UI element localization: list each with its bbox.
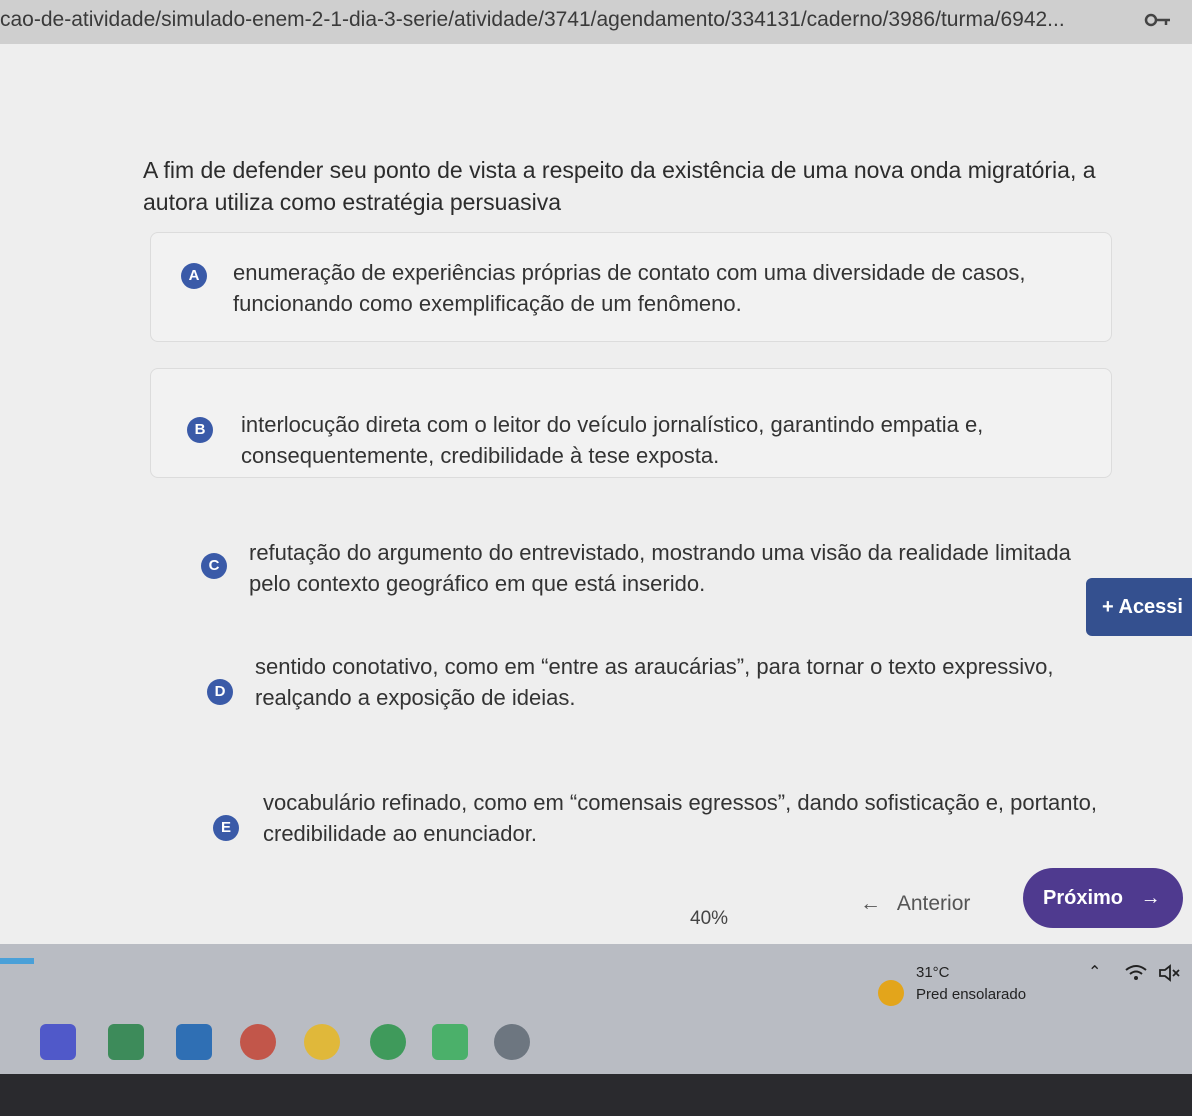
- option-letter-badge: D: [207, 679, 233, 705]
- taskbar: 31°C Pred ensolarado ⌃: [0, 944, 1192, 1116]
- activity-page: A fim de defender seu ponto de vista a r…: [0, 44, 1192, 944]
- chevron-up-icon[interactable]: ⌃: [1088, 962, 1101, 982]
- teams-icon[interactable]: [40, 1024, 76, 1060]
- option-text: vocabulário refinado, como em “comensais…: [263, 790, 1097, 846]
- next-button[interactable]: Próximo →: [1023, 868, 1183, 928]
- next-label: Próximo: [1043, 887, 1124, 909]
- question-text: A fim de defender seu ponto de vista a r…: [143, 157, 1096, 215]
- screen-bezel: [0, 1074, 1192, 1116]
- app-game-icon[interactable]: [432, 1024, 468, 1060]
- key-icon[interactable]: [1144, 10, 1172, 30]
- option-letter-badge: C: [201, 553, 227, 579]
- chrome-icon[interactable]: [304, 1024, 340, 1060]
- url-text[interactable]: cao-de-atividade/simulado-enem-2-1-dia-3…: [0, 8, 1065, 32]
- option-a[interactable]: A enumeração de experiências próprias de…: [150, 232, 1112, 342]
- app-p-icon[interactable]: [240, 1024, 276, 1060]
- weather-description[interactable]: Pred ensolarado: [916, 986, 1026, 1003]
- option-text: refutação do argumento do entrevistado, …: [249, 540, 1071, 596]
- option-c[interactable]: C refutação do argumento do entrevistado…: [150, 502, 1112, 612]
- option-e[interactable]: E vocabulário refinado, como em “comensa…: [150, 770, 1112, 880]
- accessibility-button[interactable]: + Acessi: [1086, 578, 1192, 636]
- taskbar-accent-strip: [0, 958, 34, 964]
- store-icon[interactable]: [108, 1024, 144, 1060]
- option-b[interactable]: B interlocução direta com o leitor do ve…: [150, 368, 1112, 478]
- browser-address-bar[interactable]: cao-de-atividade/simulado-enem-2-1-dia-3…: [0, 0, 1192, 45]
- arrow-right-icon: →: [1140, 887, 1161, 909]
- app-green-icon[interactable]: [370, 1024, 406, 1060]
- previous-label: Anterior: [896, 892, 971, 915]
- option-letter-badge: E: [213, 815, 239, 841]
- xbox-icon[interactable]: [494, 1024, 530, 1060]
- option-letter-badge: A: [181, 263, 207, 289]
- previous-button[interactable]: ← Anterior: [860, 892, 970, 924]
- progress-percentage: 40%: [690, 908, 729, 929]
- volume-muted-icon[interactable]: [1158, 964, 1182, 982]
- option-d[interactable]: D sentido conotativo, como em “entre as …: [150, 640, 1112, 750]
- option-text: enumeração de experiências próprias de c…: [233, 260, 1026, 316]
- temperature[interactable]: 31°C: [916, 964, 950, 981]
- arrow-left-icon: ←: [860, 892, 881, 915]
- option-letter-badge: B: [187, 417, 213, 443]
- wifi-icon[interactable]: [1124, 964, 1148, 982]
- option-text: sentido conotativo, como em “entre as ar…: [255, 654, 1054, 710]
- weather-sun-icon[interactable]: [878, 980, 904, 1006]
- option-text: interlocução direta com o leitor do veíc…: [241, 412, 984, 468]
- app-l-icon[interactable]: [176, 1024, 212, 1060]
